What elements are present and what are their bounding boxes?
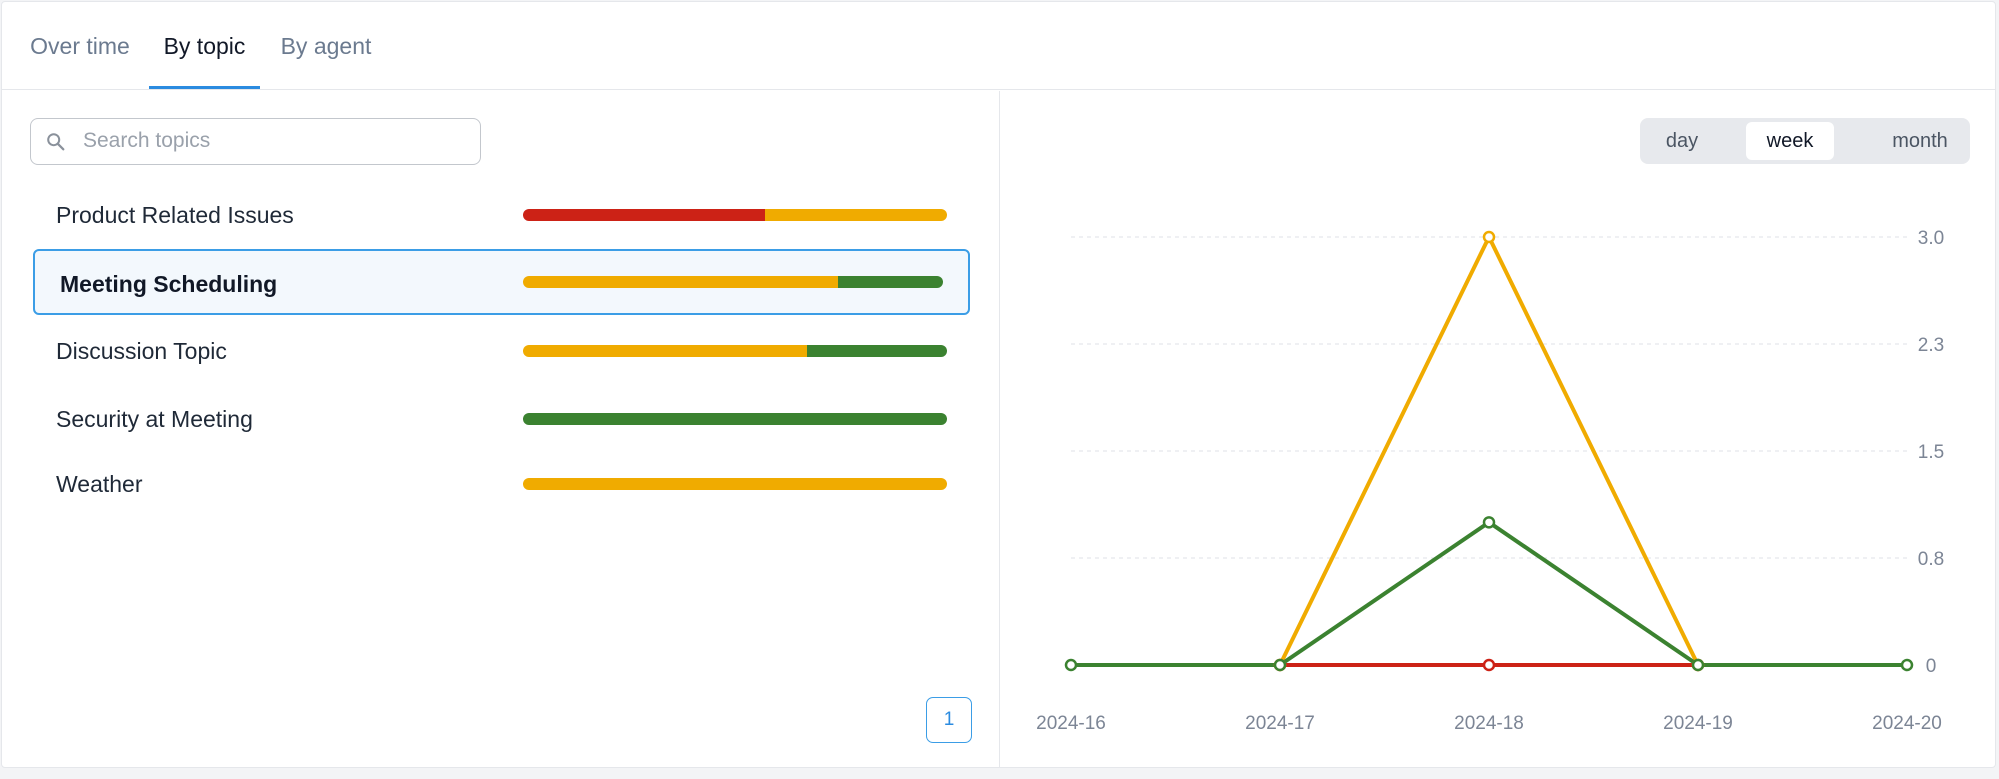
topic-label: Discussion Topic bbox=[56, 338, 227, 364]
search-box[interactable] bbox=[30, 118, 481, 165]
y-tick-label: 1.5 bbox=[1918, 442, 1944, 463]
sentiment-bar-segment bbox=[764, 209, 947, 221]
sentiment-bar bbox=[523, 276, 943, 288]
x-tick-label: 2024-20 bbox=[1872, 713, 1942, 734]
search-icon bbox=[47, 133, 65, 151]
topic-list-pane: Product Related Issues Meeting Scheduling… bbox=[2, 91, 1000, 767]
topic-row[interactable]: Meeting Scheduling bbox=[33, 249, 970, 315]
data-point[interactable] bbox=[1482, 658, 1496, 672]
tab-over-time[interactable]: Over time bbox=[30, 2, 130, 90]
data-point[interactable] bbox=[1482, 516, 1496, 529]
y-tick-label: 3.0 bbox=[1918, 228, 1944, 249]
topic-row[interactable]: Security at Meeting bbox=[33, 386, 970, 452]
sentiment-bar bbox=[523, 209, 947, 221]
view-tabs: Over time By topic By agent bbox=[2, 2, 1995, 90]
pagination-page-button[interactable]: 1 bbox=[926, 697, 972, 743]
trend-chart-pane: day week month 0 0.8 1.5 2.3 3.0 2024-16 2024-… bbox=[1001, 91, 1995, 767]
sentiment-bar-segment bbox=[523, 478, 947, 490]
sentiment-bar-segment bbox=[807, 345, 947, 357]
x-tick-label: 2024-19 bbox=[1663, 713, 1733, 734]
y-tick-label: 2.3 bbox=[1918, 335, 1944, 356]
data-point[interactable] bbox=[1691, 658, 1705, 672]
topic-label: Product Related Issues bbox=[56, 202, 294, 228]
topic-row[interactable]: Discussion Topic bbox=[33, 318, 970, 384]
topic-analytics-card: Over time By topic By agent Product Rela… bbox=[1, 1, 1996, 768]
search-input[interactable] bbox=[83, 119, 473, 163]
topic-row[interactable]: Weather bbox=[33, 451, 970, 517]
x-tick-label: 2024-17 bbox=[1245, 713, 1315, 734]
data-point[interactable] bbox=[1482, 230, 1496, 244]
sentiment-bar bbox=[523, 478, 947, 490]
sentiment-bar-segment bbox=[838, 276, 943, 288]
sentiment-bar-segment bbox=[523, 345, 808, 357]
x-tick-label: 2024-16 bbox=[1036, 713, 1106, 734]
topic-row[interactable]: Product Related Issues bbox=[33, 182, 970, 248]
data-point[interactable] bbox=[1900, 658, 1914, 672]
sentiment-bar bbox=[523, 345, 947, 357]
series-line bbox=[1069, 520, 1909, 667]
data-point[interactable] bbox=[1064, 658, 1078, 672]
topic-label: Security at Meeting bbox=[56, 406, 253, 432]
data-point[interactable] bbox=[1273, 658, 1287, 672]
sentiment-bar-segment bbox=[523, 209, 765, 221]
y-tick-label: 0.8 bbox=[1918, 549, 1944, 570]
tab-by-topic[interactable]: By topic bbox=[149, 2, 260, 90]
sentiment-bar-segment bbox=[523, 413, 947, 425]
topic-label: Weather bbox=[56, 471, 143, 497]
tab-by-agent[interactable]: By agent bbox=[279, 2, 373, 90]
topic-label: Meeting Scheduling bbox=[60, 271, 278, 297]
sentiment-trend-chart: 0 0.8 1.5 2.3 3.0 2024-16 2024-17 2024-18 2024-1… bbox=[1036, 228, 1944, 734]
sentiment-bar-segment bbox=[523, 276, 838, 288]
x-tick-label: 2024-18 bbox=[1454, 713, 1524, 734]
sentiment-bar bbox=[523, 413, 947, 425]
y-tick-label: 0 bbox=[1926, 656, 1937, 677]
active-tab-indicator bbox=[149, 86, 260, 89]
